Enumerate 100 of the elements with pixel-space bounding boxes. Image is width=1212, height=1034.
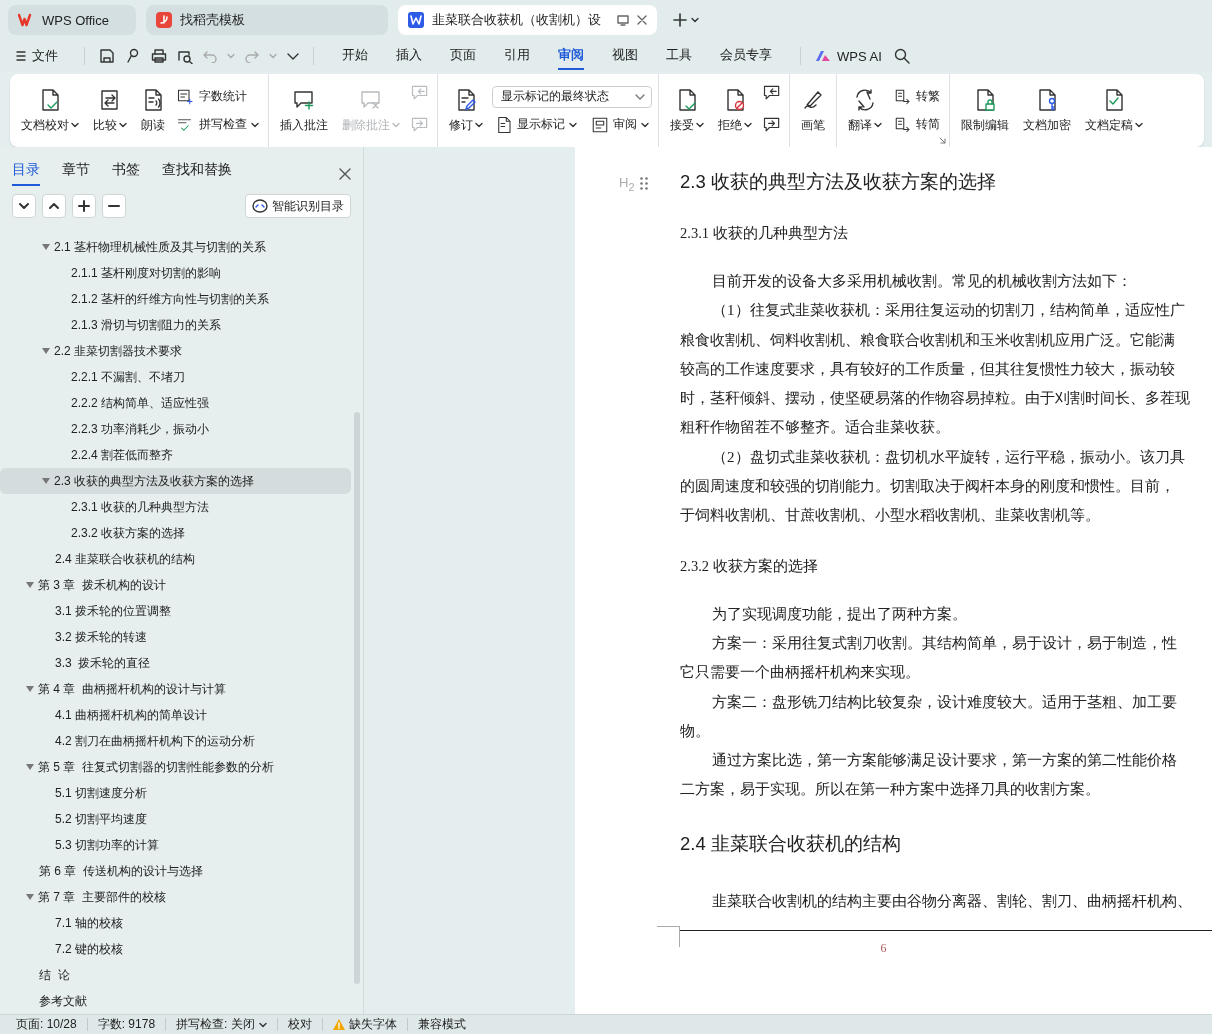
outline-item[interactable]: 5.3 切割功率的计算 — [0, 832, 351, 858]
outline-item[interactable]: 第 7 章 主要部件的校核 — [0, 884, 351, 910]
ribbon-tab[interactable]: 开始 — [342, 42, 368, 70]
toolbar-button[interactable]: 转繁 — [891, 85, 943, 108]
window-tab[interactable]: 找稻壳模板 — [146, 5, 388, 35]
outline-item[interactable]: 7.2 键的校核 — [0, 936, 351, 962]
outline-item[interactable]: 2.1 茎杆物理机械性质及其与切割的关系 — [0, 234, 351, 260]
window-tab[interactable]: WPS Office — [8, 5, 136, 35]
ribbon-tab[interactable]: 插入 — [396, 42, 422, 70]
ribbon-tab[interactable]: 会员专享 — [720, 42, 772, 70]
wps-ai-button[interactable]: WPS AI — [815, 48, 882, 64]
expanded-triangle-icon[interactable] — [26, 685, 34, 693]
paragraph-line: 时，茎秆倾斜、摆动，使坚硬易落的作物容易掉粒。由于刈割时间长、多茬现 — [680, 390, 1190, 407]
outline-item[interactable]: 4.1 曲柄摇杆机构的简单设计 — [0, 702, 351, 728]
ribbon-tab[interactable]: 引用 — [504, 42, 530, 70]
outline-item[interactable]: 第 4 章 曲柄摇杆机构的设计与计算 — [0, 676, 351, 702]
toolbar-button[interactable]: 翻译 — [843, 83, 887, 138]
toolbar-button[interactable]: 文档加密 — [1018, 83, 1076, 138]
remove-button[interactable] — [102, 194, 126, 218]
outline-item[interactable]: 2.2.2 结构简单、适应性强 — [0, 390, 351, 416]
expanded-triangle-icon[interactable] — [26, 581, 34, 589]
outline-item[interactable]: 第 3 章 拨禾机构的设计 — [0, 572, 351, 598]
expanded-triangle-icon[interactable] — [42, 243, 50, 251]
outline-item[interactable]: 5.2 切割平均速度 — [0, 806, 351, 832]
toolbar-button[interactable]: 画笔 — [796, 83, 830, 138]
outline-item[interactable]: 2.4 韭菜联合收获机的结构 — [0, 546, 351, 572]
toolbar-button[interactable]: 字数统计 — [174, 85, 250, 108]
toolbar-button[interactable]: 文档校对 — [16, 83, 84, 138]
status-item: 兼容模式 — [416, 1018, 467, 1031]
smart-toc-button[interactable]: 智能识别目录 — [245, 194, 351, 218]
outline-item[interactable]: 2.2.1 不漏割、不堵刀 — [0, 364, 351, 390]
markup-dropdown[interactable]: 显示标记的最终状态 — [492, 85, 652, 108]
missing-font-status[interactable]: 缺失字体 — [322, 1018, 408, 1031]
print-icon — [151, 48, 167, 64]
paragraph-line: 韭菜联合收割机的结构主要由谷物分离器、割轮、割刀、曲柄摇杆机构、 — [712, 892, 1192, 909]
document-logo-icon — [408, 12, 424, 28]
ribbon-tab[interactable]: 审阅 — [558, 42, 584, 70]
template-logo-icon — [156, 12, 172, 28]
ribbon-tab[interactable]: 视图 — [612, 42, 638, 70]
add-icon — [78, 200, 90, 212]
outline-item[interactable]: 2.3 收获的典型方法及收获方案的选择 — [0, 468, 351, 494]
collapse-button[interactable] — [12, 194, 36, 218]
expanded-triangle-icon[interactable] — [26, 763, 34, 771]
spell-check-status[interactable]: 拼写检查: 关闭 — [166, 1018, 278, 1031]
file-menu[interactable]: 文件 — [16, 47, 58, 65]
print-preview-icon — [177, 48, 193, 64]
outline-item[interactable]: 2.3.2 收获方案的选择 — [0, 520, 351, 546]
outline-item[interactable]: 4.2 割刀在曲柄摇杆机构下的运动分析 — [0, 728, 351, 754]
outline-item[interactable]: 2.2.3 功率消耗少，振动小 — [0, 416, 351, 442]
outline-item[interactable]: 2.1.1 茎杆刚度对切割的影响 — [0, 260, 351, 286]
outline-item[interactable]: 3.1 拨禾轮的位置调整 — [0, 598, 351, 624]
expanded-triangle-icon[interactable] — [26, 893, 34, 901]
outline-item[interactable]: 第 6 章 传送机构的设计与选择 — [0, 858, 351, 884]
toolbar-button[interactable]: 限制编辑 — [956, 83, 1014, 138]
dialog-launcher-icon[interactable] — [939, 137, 946, 144]
outline-item[interactable]: 2.1.2 茎杆的纤维方向性与切割的关系 — [0, 286, 351, 312]
outline-item[interactable]: 参考文献 — [0, 988, 351, 1014]
outline-item[interactable]: 3.3 拨禾轮的直径 — [0, 650, 351, 676]
ribbon-tab[interactable]: 页面 — [450, 42, 476, 70]
toolbar-button[interactable]: 接受 — [665, 83, 709, 138]
outline-item[interactable]: 第 5 章 往复式切割器的切割性能参数的分析 — [0, 754, 351, 780]
menu-icon — [16, 50, 26, 62]
panel-tab[interactable]: 书签 — [112, 161, 140, 186]
panel-tab[interactable]: 目录 — [12, 161, 40, 186]
toolbar-button[interactable]: 文档定稿 — [1080, 83, 1148, 138]
toolbar-button[interactable]: 插入批注 — [275, 83, 333, 138]
ai-logo-icon — [815, 50, 831, 62]
scrollbar-thumb[interactable] — [354, 412, 360, 984]
outline-item[interactable]: 2.2 韭菜切割器技术要求 — [0, 338, 351, 364]
toolbar-button[interactable]: 显示标记 — [492, 113, 580, 136]
expanded-triangle-icon[interactable] — [42, 347, 50, 355]
toolbar-button[interactable]: 拒绝 — [713, 83, 757, 138]
toolbar-button[interactable]: 修订 — [444, 83, 488, 138]
outline-item[interactable]: 3.2 拨禾轮的转速 — [0, 624, 351, 650]
outline-item[interactable]: 2.3.1 收获的几种典型方法 — [0, 494, 351, 520]
toolbar-button[interactable]: 朗读 — [136, 83, 170, 138]
paragraph-line: （1）往复式韭菜收获机：采用往复运动的切割刀，结构简单，适应性广 — [712, 302, 1185, 319]
outline-item[interactable]: 结 论 — [0, 962, 351, 988]
outline-item[interactable]: 7.1 轴的校核 — [0, 910, 351, 936]
paragraph-line: （2）盘切式韭菜收获机：盘切机水平旋转，运行平稳，振动小。该刀具 — [712, 448, 1185, 465]
panel-tab[interactable]: 章节 — [62, 161, 90, 186]
status-item: 字数: 9178 — [87, 1018, 167, 1031]
review-pane-icon — [591, 115, 609, 134]
toolbar-button[interactable]: 比较 — [88, 83, 132, 138]
monitor-icon — [617, 14, 629, 26]
ribbon-tab[interactable]: 工具 — [666, 42, 692, 70]
toolbar-button[interactable]: 拼写检查 — [174, 113, 262, 136]
outline-item[interactable]: 2.2.4 割茬低而整齐 — [0, 442, 351, 468]
close-icon — [339, 167, 351, 180]
toolbar-button[interactable]: 审阅 — [588, 113, 652, 136]
window-tab[interactable]: 韭菜联合收获机（收割机）设 — [398, 5, 657, 35]
toolbar-button[interactable]: 转简 — [891, 113, 943, 136]
add-button[interactable] — [72, 194, 96, 218]
expand-button[interactable] — [42, 194, 66, 218]
subsection-heading: 2.3.1 收获的几种典型方法 — [680, 224, 848, 243]
convert-icon — [894, 115, 912, 134]
panel-tab[interactable]: 查找和替换 — [162, 161, 232, 186]
expanded-triangle-icon[interactable] — [42, 477, 50, 485]
outline-item[interactable]: 2.1.3 滑切与切割阻力的关系 — [0, 312, 351, 338]
outline-item[interactable]: 5.1 切割速度分析 — [0, 780, 351, 806]
